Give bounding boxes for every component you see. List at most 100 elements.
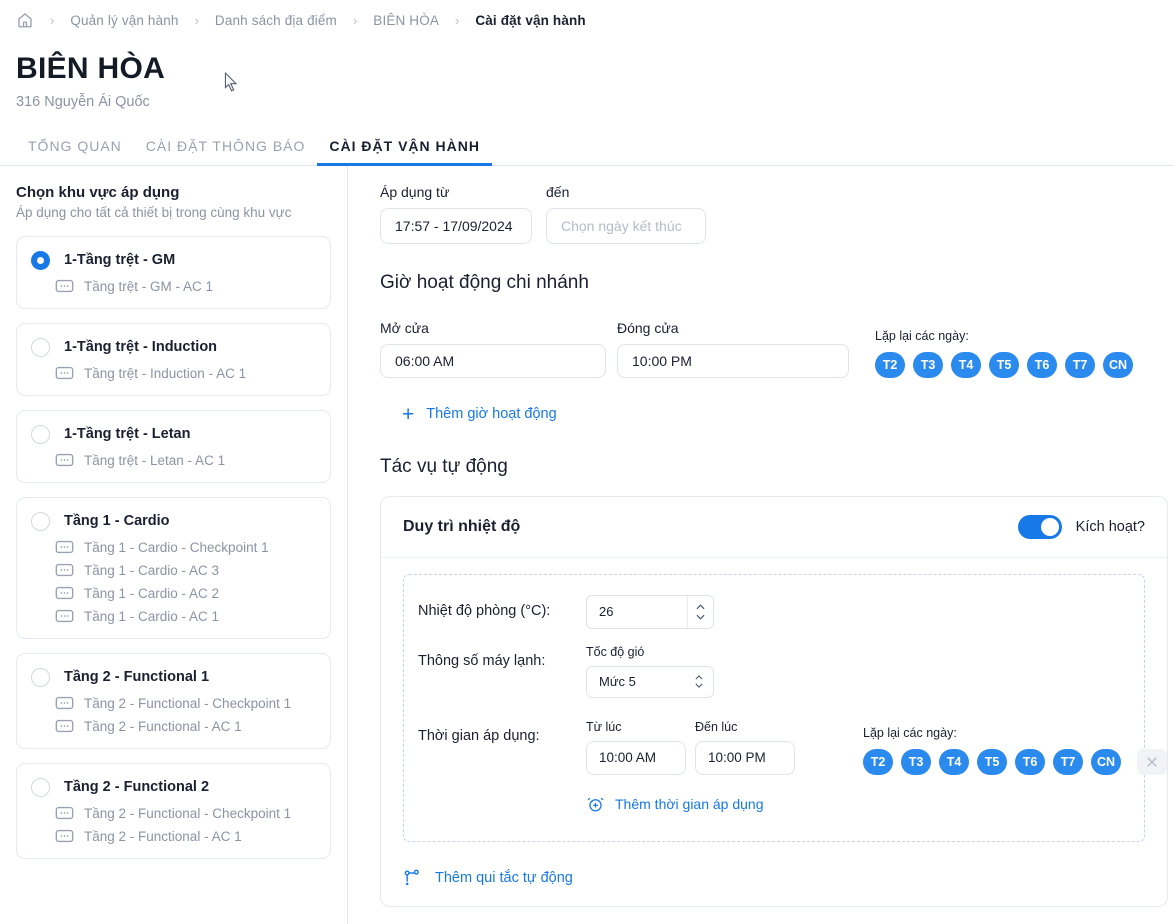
day-chip-t5[interactable]: T5 [989, 351, 1019, 378]
from-time-input[interactable]: 10:00 AM [586, 740, 686, 775]
device-row[interactable]: Tầng trệt - GM - AC 1 [55, 279, 316, 294]
day-chip-t2[interactable]: T2 [863, 748, 893, 775]
breadcrumb-separator-2: › [352, 12, 358, 28]
apply-time-inputs: Từ lúc 10:00 AM Đến lúc 10:00 PM Lặp lại… [586, 720, 1167, 775]
zone-name: Tầng 1 - Cardio [64, 513, 170, 529]
zone-card[interactable]: Tầng 2 - Functional 1 Tầng 2 - Functional… [16, 652, 331, 749]
zone-name: Tầng 2 - Functional 1 [64, 669, 210, 685]
device-row[interactable]: Tầng 1 - Cardio - AC 1 [55, 609, 316, 624]
device-row[interactable]: Tầng 2 - Functional - AC 1 [55, 719, 316, 734]
rule-days-label: Lặp lại các ngày: [863, 725, 957, 740]
apply-time-label: Thời gian áp dụng: [418, 727, 540, 744]
zone-header[interactable]: Tầng 2 - Functional 1 [31, 667, 316, 687]
to-time-input[interactable]: 10:00 PM [695, 740, 795, 775]
device-name: Tầng 1 - Cardio - AC 2 [84, 585, 220, 601]
device-row[interactable]: Tầng trệt - Letan - AC 1 [55, 453, 316, 468]
breadcrumb-item-2[interactable]: BIÊN HÒA [373, 13, 439, 28]
ac-params-label: Thông số máy lạnh: [418, 652, 546, 669]
zone-radio[interactable] [31, 424, 50, 444]
device-row[interactable]: Tầng 1 - Cardio - AC 3 [55, 563, 316, 578]
fan-speed-label: Tốc độ gió [586, 644, 645, 659]
day-chip-cn[interactable]: CN [1103, 351, 1133, 378]
add-operating-hours-button[interactable]: + Thêm giờ hoạt động [402, 404, 557, 425]
breadcrumb-item-0[interactable]: Quản lý vận hành [70, 13, 178, 28]
zone-radio[interactable] [31, 777, 50, 797]
zone-header[interactable]: Tầng 1 - Cardio [31, 511, 316, 531]
tab-cai-dat-van-hanh[interactable]: CÀI ĐẶT VẬN HÀNH [317, 138, 492, 166]
alarm-add-icon [587, 797, 604, 811]
room-temp-stepper[interactable]: 26 [586, 594, 714, 629]
device-name: Tầng trệt - Induction - AC 1 [84, 365, 247, 381]
day-chip-t3[interactable]: T3 [901, 748, 931, 775]
room-temp-value[interactable]: 26 [587, 604, 687, 619]
zone-card[interactable]: Tầng 2 - Functional 2 Tầng 2 - Functional… [16, 762, 331, 859]
apply-to-input[interactable]: Chọn ngày kết thúc [546, 207, 706, 244]
device-row[interactable]: Tầng 2 - Functional - Checkpoint 1 [55, 806, 316, 821]
breadcrumb-item-1[interactable]: Danh sách địa điểm [215, 13, 337, 28]
device-list: Tầng trệt - Induction - AC 1 [31, 366, 316, 381]
zone-radio[interactable] [31, 667, 50, 687]
zone-header[interactable]: 1-Tầng trệt - GM [31, 250, 316, 270]
zone-radio[interactable] [31, 337, 50, 357]
close-time-input[interactable]: 10:00 PM [617, 343, 849, 378]
device-list: Tầng 1 - Cardio - Checkpoint 1 Tầng 1 - C… [31, 540, 316, 624]
day-chip-t6[interactable]: T6 [1015, 748, 1045, 775]
day-chip-t4[interactable]: T4 [951, 351, 981, 378]
device-row[interactable]: Tầng 2 - Functional - AC 1 [55, 829, 316, 844]
device-icon [55, 806, 74, 820]
home-icon[interactable] [16, 11, 34, 29]
add-automation-rule-button[interactable]: Thêm qui tắc tự động [381, 856, 1167, 906]
day-chip-t7[interactable]: T7 [1065, 351, 1095, 378]
zone-header[interactable]: 1-Tầng trệt - Induction [31, 337, 316, 357]
device-row[interactable]: Tầng 1 - Cardio - Checkpoint 1 [55, 540, 316, 555]
device-icon [55, 453, 74, 467]
add-apply-time-label: Thêm thời gian áp dụng [615, 796, 764, 812]
day-chip-t4[interactable]: T4 [939, 748, 969, 775]
zone-name: 1-Tầng trệt - Induction [64, 339, 218, 355]
device-row[interactable]: Tầng 2 - Functional - Checkpoint 1 [55, 696, 316, 711]
device-name: Tầng trệt - Letan - AC 1 [84, 452, 226, 468]
device-row[interactable]: Tầng 1 - Cardio - AC 2 [55, 586, 316, 601]
open-time-group: Mở cửa 06:00 AM [380, 320, 606, 378]
breadcrumb-item-current: Cài đặt vận hành [475, 12, 586, 28]
page-subtitle: 316 Nguyễn Ái Quốc [16, 93, 150, 110]
breadcrumb-separator-1: › [194, 12, 199, 28]
zone-radio[interactable] [31, 250, 50, 270]
device-name: Tầng 1 - Cardio - Checkpoint 1 [84, 539, 269, 555]
automation-enable-toggle[interactable] [1017, 514, 1062, 539]
apply-time-row: Thời gian áp dụng: Từ lúc 10:00 AM Đến l… [418, 720, 1167, 819]
tab-cai-dat-thong-bao[interactable]: CÀI ĐẶT THÔNG BÁO [134, 138, 318, 166]
breadcrumb-separator-3: › [455, 12, 460, 28]
zone-radio[interactable] [31, 511, 50, 531]
add-apply-time-button[interactable]: Thêm thời gian áp dụng [586, 795, 764, 814]
day-chip-t7[interactable]: T7 [1053, 748, 1083, 775]
fan-speed-select[interactable]: Mức 5 [586, 665, 714, 698]
room-temp-arrows[interactable] [687, 595, 713, 628]
day-chip-t6[interactable]: T6 [1027, 351, 1057, 378]
device-row[interactable]: Tầng trệt - Induction - AC 1 [55, 366, 316, 381]
zone-header[interactable]: 1-Tầng trệt - Letan [31, 424, 316, 444]
tab-tong-quan[interactable]: TỔNG QUAN [16, 138, 134, 166]
day-chip-t3[interactable]: T3 [913, 351, 943, 378]
breadcrumb: › Quản lý vận hành › Danh sách địa điểm … [0, 0, 1174, 40]
device-name: Tầng 2 - Functional - AC 1 [84, 718, 242, 734]
zone-card[interactable]: Tầng 1 - Cardio Tầng 1 - Cardio - Checkpo… [16, 496, 331, 639]
day-chip-t5[interactable]: T5 [977, 748, 1007, 775]
add-operating-hours-label: Thêm giờ hoạt động [426, 406, 557, 422]
zone-card[interactable]: 1-Tầng trệt - Induction Tầng trệt - Induc… [16, 322, 331, 396]
device-name: Tầng 2 - Functional - AC 1 [84, 828, 242, 844]
remove-time-slot-button[interactable] [1137, 748, 1167, 775]
apply-from-input[interactable]: 17:57 - 17/09/2024 [380, 207, 532, 244]
zone-card[interactable]: 1-Tầng trệt - GM Tầng trệt - GM - AC 1 [16, 235, 331, 309]
day-chip-cn[interactable]: CN [1091, 748, 1121, 775]
select-arrows [695, 675, 703, 688]
chevron-up-icon [696, 603, 705, 609]
open-time-input[interactable]: 06:00 AM [380, 343, 606, 378]
zone-card[interactable]: 1-Tầng trệt - Letan Tầng trệt - Letan - A… [16, 409, 331, 483]
automation-enable-group: Kích hoạt? [1017, 514, 1145, 539]
device-icon [55, 719, 74, 733]
day-chip-t2[interactable]: T2 [875, 351, 905, 378]
apply-from-label: Áp dụng từ [380, 183, 450, 200]
zone-header[interactable]: Tầng 2 - Functional 2 [31, 777, 316, 797]
to-time-label: Đến lúc [695, 719, 738, 734]
